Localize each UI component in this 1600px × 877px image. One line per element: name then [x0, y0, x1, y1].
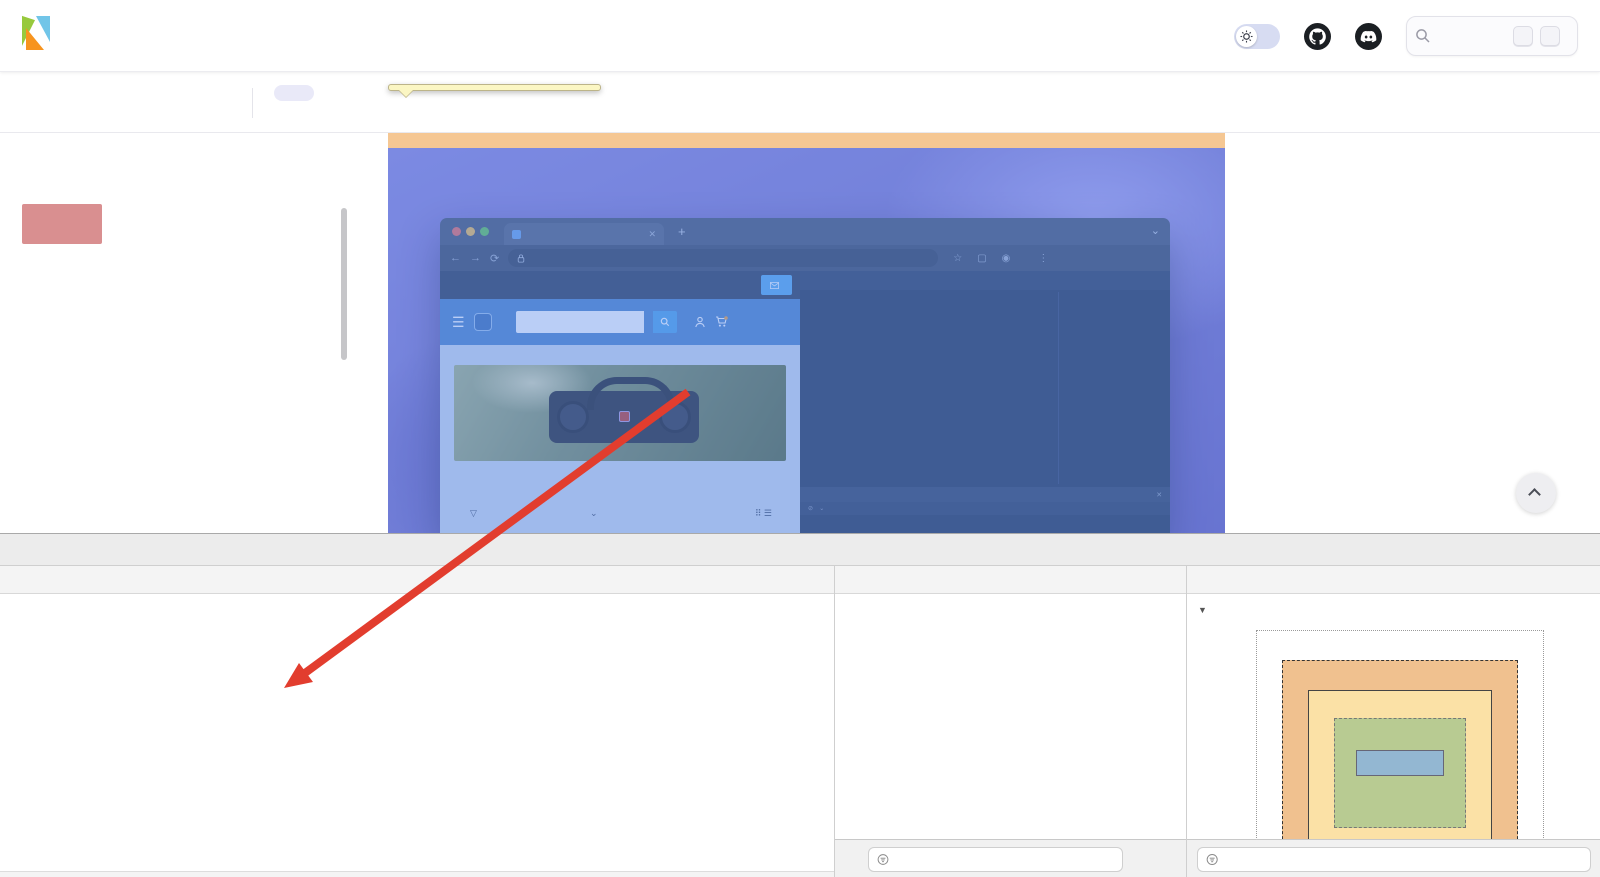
- top-nav-right: [1234, 0, 1578, 72]
- scroll-to-top-button[interactable]: [1516, 473, 1556, 513]
- cmd-key: [1513, 26, 1533, 46]
- box-model-content: [1356, 750, 1444, 776]
- styles-filter-field[interactable]: [868, 847, 1123, 872]
- web-inspector-panel: ▼: [0, 533, 1600, 877]
- apify-logo-icon: [22, 15, 58, 51]
- filter-icon: [877, 854, 889, 865]
- computed-filter-field[interactable]: [1197, 847, 1591, 872]
- inspector-toolbar-strip: [0, 566, 1600, 594]
- article-screenshot-image: ✕ + ⌄ ← → ⟳ ☆ ▢ ◉ ⋮ ☰ ▽ ⌄ ⠿ ☰ ✕ ⊘ ⌄: [388, 130, 1225, 533]
- k-key: [1540, 26, 1560, 46]
- filter-icon: [1206, 853, 1218, 866]
- search-input-container[interactable]: [1406, 16, 1578, 56]
- search-input[interactable]: [1438, 27, 1506, 45]
- discord-icon[interactable]: [1355, 22, 1382, 50]
- subnav-divider: [252, 88, 253, 118]
- chevron-up-icon: [1528, 488, 1541, 501]
- box-model-section: ▼: [1186, 594, 1600, 839]
- logo-product: [22, 204, 102, 244]
- styles-pane[interactable]: [835, 594, 1185, 872]
- styles-filter-bar: [835, 839, 1600, 877]
- element-size-tooltip: [388, 84, 601, 97]
- search-icon: [1416, 29, 1430, 43]
- inspector-tabbar: [0, 534, 1600, 566]
- theme-toggle[interactable]: [1234, 23, 1280, 49]
- pane-divider[interactable]: [1186, 566, 1187, 877]
- panel-bottom-strip: [0, 871, 834, 877]
- courses-pill[interactable]: [274, 85, 314, 101]
- apify-docs-logo[interactable]: [22, 15, 102, 244]
- sidebar-scrollbar[interactable]: [341, 208, 347, 360]
- docs-sidebar: [0, 133, 370, 533]
- dom-tree-pane[interactable]: [0, 594, 834, 871]
- inspector-content-highlight: [388, 148, 1225, 533]
- sun-icon: [1240, 29, 1253, 43]
- github-icon[interactable]: [1304, 22, 1331, 50]
- secondary-navbar: [0, 72, 1600, 133]
- top-navbar: [0, 0, 1600, 244]
- pane-divider[interactable]: [834, 566, 835, 877]
